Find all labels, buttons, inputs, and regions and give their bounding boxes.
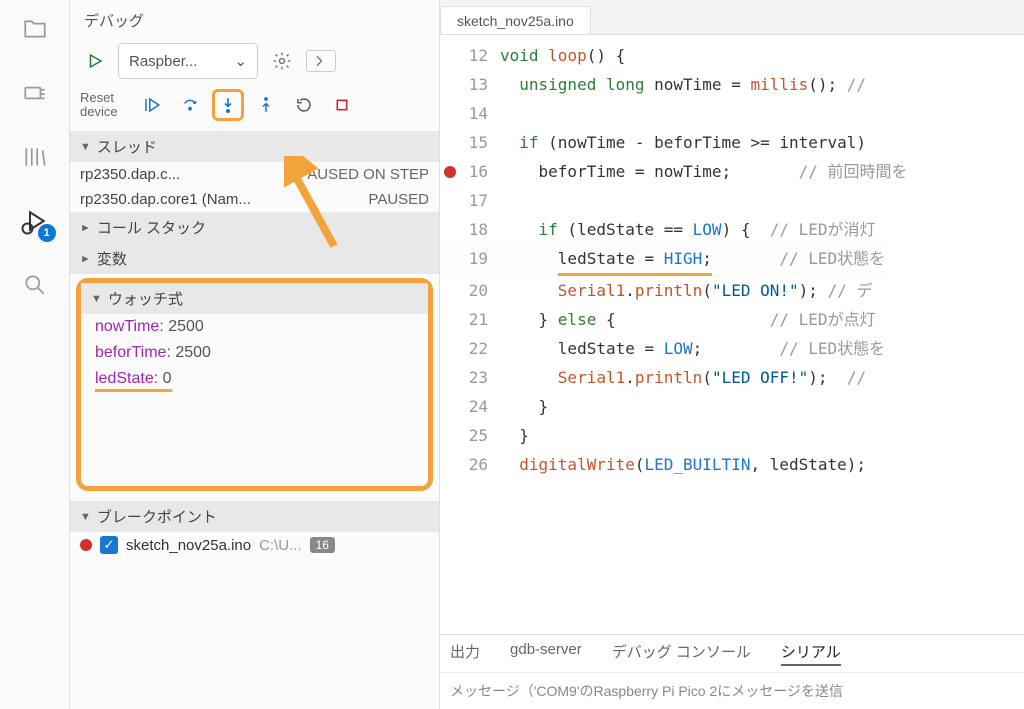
debug-sidebar: デバッグ Raspber... ⌄ Resetdevice ▼ スレッド rp2… — [70, 0, 440, 709]
breakpoint-line-badge: 16 — [310, 537, 335, 553]
code-line[interactable]: 19 ledState = HIGH; // LED状態を — [440, 244, 1024, 276]
reset-device-label: Resetdevice — [80, 91, 130, 120]
continue-button[interactable] — [136, 89, 168, 121]
watch-item[interactable]: ledState: 0 — [81, 366, 428, 396]
code-line[interactable]: 26 digitalWrite(LED_BUILTIN, ledState); — [440, 450, 1024, 479]
chevron-right-icon: ▼ — [79, 222, 91, 233]
breakpoint-dot-icon[interactable] — [444, 166, 456, 178]
chevron-right-icon: ▼ — [79, 253, 91, 264]
callstack-section-header[interactable]: ▼ コール スタック — [70, 212, 439, 243]
step-out-button[interactable] — [250, 89, 282, 121]
watch-item[interactable]: beforTime: 2500 — [81, 340, 428, 366]
stop-button[interactable] — [326, 89, 358, 121]
breakpoint-item[interactable]: ✓ sketch_nov25a.ino C:\U... 16 — [70, 532, 439, 558]
code-line[interactable]: 24 } — [440, 392, 1024, 421]
code-line[interactable]: 23 Serial1.println("LED OFF!"); // — [440, 363, 1024, 392]
editor-tab-bar: sketch_nov25a.ino — [440, 0, 1024, 34]
step-over-button[interactable] — [174, 89, 206, 121]
sidebar-title: デバッグ — [70, 0, 439, 37]
chevron-down-icon: ▼ — [80, 141, 91, 153]
serial-message-input[interactable]: メッセージ（'COM9'のRaspberry Pi Pico 2にメッセージを送… — [440, 672, 1024, 709]
output-tab[interactable]: 出力 — [450, 641, 480, 666]
code-line[interactable]: 16 beforTime = nowTime; // 前回時間を — [440, 157, 1024, 186]
restart-button[interactable] — [288, 89, 320, 121]
breakpoint-dot-icon — [80, 539, 92, 551]
chevron-down-icon: ▼ — [80, 511, 91, 523]
thread-item[interactable]: rp2350.dap.c... PAUSED ON STEP — [70, 162, 439, 187]
debug-icon[interactable]: 1 — [18, 204, 52, 238]
code-line[interactable]: 15 if (nowTime - beforTime >= interval) — [440, 128, 1024, 157]
boards-icon[interactable] — [18, 76, 52, 110]
breakpoints-section-header[interactable]: ▼ ブレークポイント — [70, 501, 439, 532]
breakpoint-checkbox[interactable]: ✓ — [100, 536, 118, 554]
thread-item[interactable]: rp2350.dap.core1 (Nam... PAUSED — [70, 187, 439, 212]
start-debug-button[interactable] — [80, 48, 110, 74]
code-line[interactable]: 18 if (ledState == LOW) { // LEDが消灯 — [440, 215, 1024, 244]
output-panel-tabs: 出力 gdb-server デバッグ コンソール シリアル — [440, 634, 1024, 672]
code-line[interactable]: 20 Serial1.println("LED ON!"); // デ — [440, 276, 1024, 305]
settings-gear-icon[interactable] — [266, 47, 298, 75]
activity-bar: 1 — [0, 0, 70, 709]
search-icon[interactable] — [18, 268, 52, 302]
variables-section-header[interactable]: ▼ 変数 — [70, 243, 439, 274]
chevron-down-icon: ▼ — [91, 293, 102, 305]
debug-config-row: Raspber... ⌄ — [70, 37, 439, 85]
debug-console-button[interactable] — [306, 50, 336, 72]
watch-section-header[interactable]: ▼ ウォッチ式 — [81, 283, 428, 314]
code-line[interactable]: 22 ledState = LOW; // LED状態を — [440, 334, 1024, 363]
config-select-label: Raspber... — [129, 53, 197, 70]
step-into-button[interactable] — [212, 89, 244, 121]
chevron-down-icon: ⌄ — [234, 52, 247, 70]
debug-step-toolbar: Resetdevice — [70, 85, 439, 131]
code-line[interactable]: 14 — [440, 99, 1024, 128]
watch-item[interactable]: nowTime: 2500 — [81, 314, 428, 340]
threads-section-header[interactable]: ▼ スレッド — [70, 131, 439, 162]
serial-tab[interactable]: シリアル — [781, 641, 841, 666]
code-line[interactable]: 12void loop() { — [440, 41, 1024, 70]
watch-highlight-box: ▼ ウォッチ式 nowTime: 2500 beforTime: 2500 le… — [76, 278, 433, 491]
debug-badge: 1 — [38, 224, 56, 242]
editor-tab[interactable]: sketch_nov25a.ino — [440, 6, 591, 35]
code-line[interactable]: 21 } else { // LEDが点灯 — [440, 305, 1024, 334]
code-editor[interactable]: 12void loop() {13 unsigned long nowTime … — [440, 34, 1024, 634]
editor-area: sketch_nov25a.ino 12void loop() {13 unsi… — [440, 0, 1024, 709]
debug-console-tab[interactable]: デバッグ コンソール — [612, 641, 751, 666]
library-icon[interactable] — [18, 140, 52, 174]
code-line[interactable]: 17 — [440, 186, 1024, 215]
code-line[interactable]: 25 } — [440, 421, 1024, 450]
config-select[interactable]: Raspber... ⌄ — [118, 43, 258, 79]
folder-icon[interactable] — [18, 12, 52, 46]
code-line[interactable]: 13 unsigned long nowTime = millis(); // — [440, 70, 1024, 99]
gdb-server-tab[interactable]: gdb-server — [510, 641, 582, 666]
